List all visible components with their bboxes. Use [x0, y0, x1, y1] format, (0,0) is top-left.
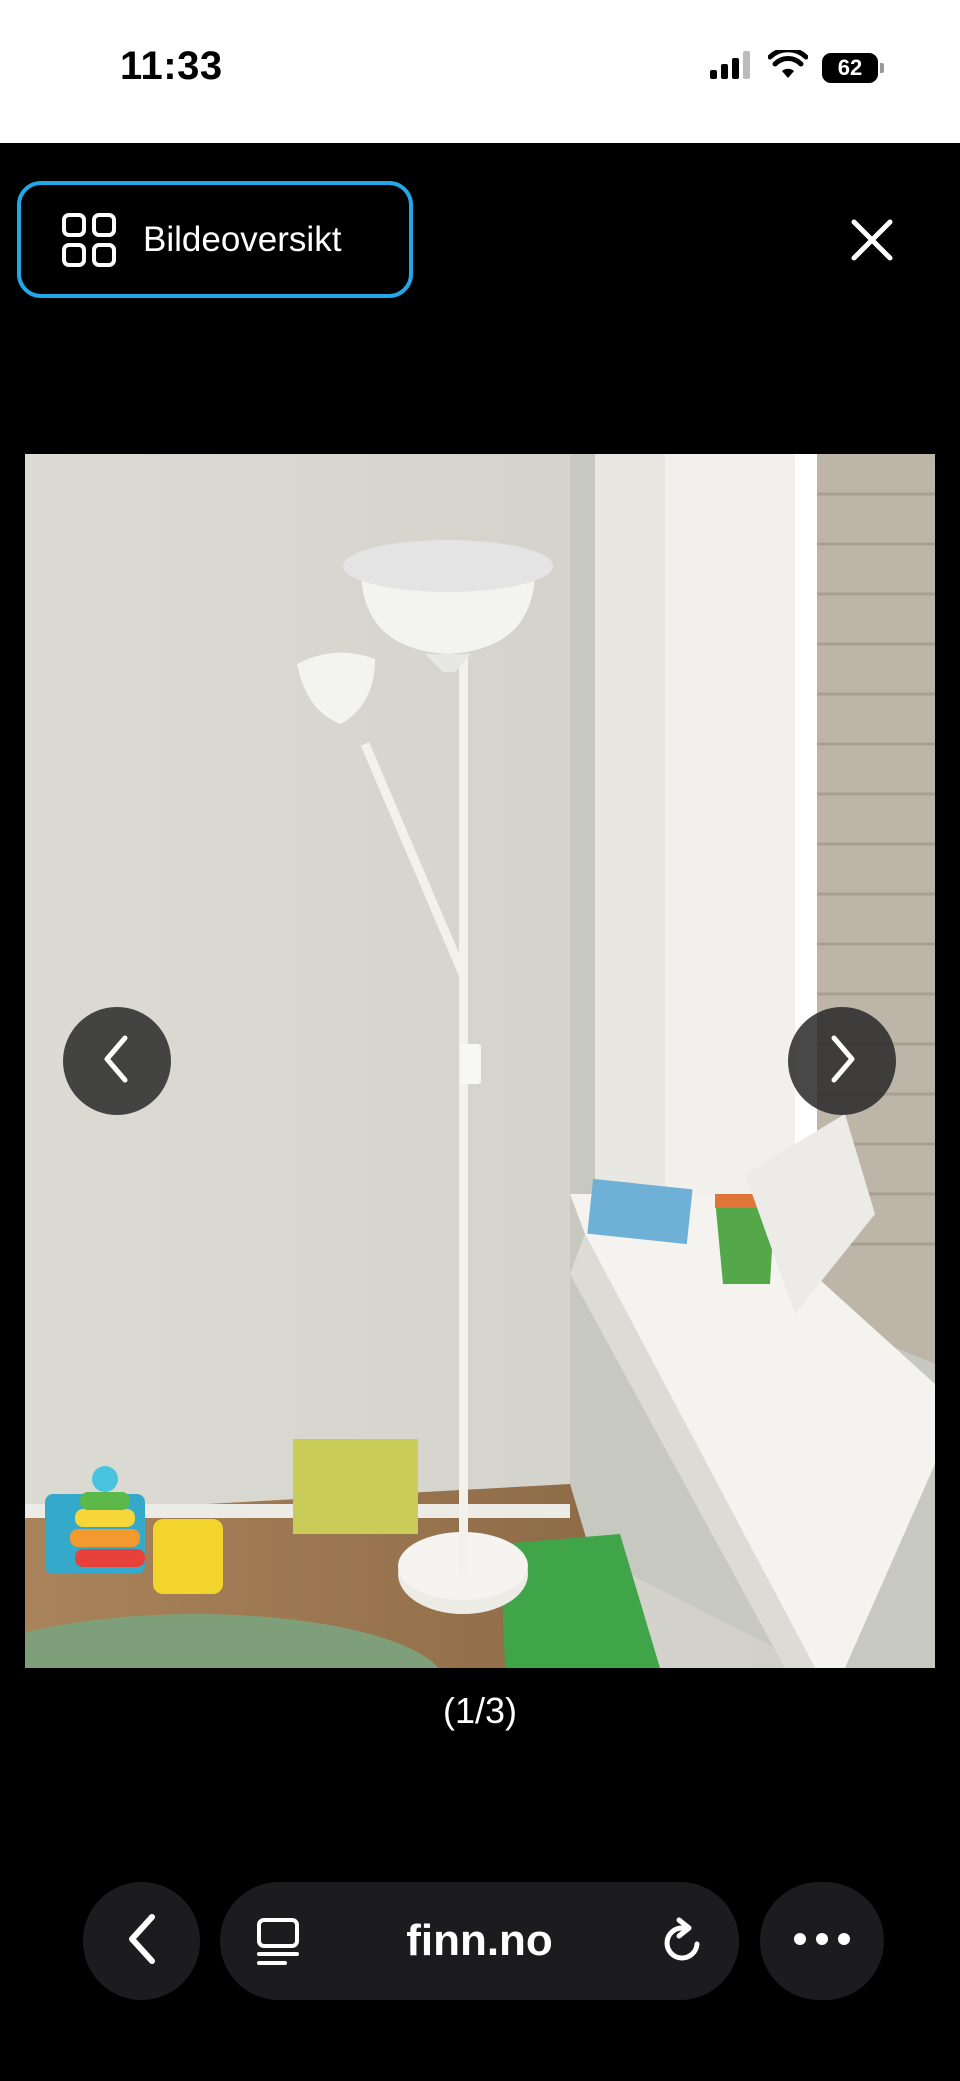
- back-button[interactable]: [83, 1882, 200, 2000]
- more-button[interactable]: [760, 1882, 884, 2000]
- chevron-left-icon: [97, 1034, 137, 1089]
- battery-level: 62: [837, 54, 863, 80]
- status-time: 11:33: [120, 44, 223, 88]
- status-bar: 11:33 62: [0, 0, 960, 143]
- previous-image-button[interactable]: [63, 1007, 171, 1115]
- cellular-signal-icon: [710, 51, 754, 84]
- gallery-overview-button[interactable]: Bildeoversikt: [17, 181, 413, 298]
- image-counter: (1/3): [442, 1690, 518, 1731]
- gallery-overview-label: Bildeoversikt: [143, 219, 342, 259]
- close-button[interactable]: [842, 212, 902, 272]
- next-image-button[interactable]: [788, 1007, 896, 1115]
- chevron-left-icon: [122, 1911, 162, 1972]
- grid-icon: [61, 212, 117, 268]
- reload-icon[interactable]: [659, 1916, 707, 1971]
- more-icon: [792, 1932, 852, 1951]
- close-icon: [850, 218, 894, 267]
- wifi-icon: [767, 47, 809, 85]
- browser-toolbar: finn.no: [0, 1880, 960, 2000]
- listing-photo[interactable]: [25, 454, 935, 1668]
- chevron-right-icon: [822, 1034, 862, 1089]
- address-bar[interactable]: finn.no: [220, 1882, 739, 2000]
- battery-icon: 62: [822, 52, 884, 83]
- status-icons: 62: [710, 47, 884, 85]
